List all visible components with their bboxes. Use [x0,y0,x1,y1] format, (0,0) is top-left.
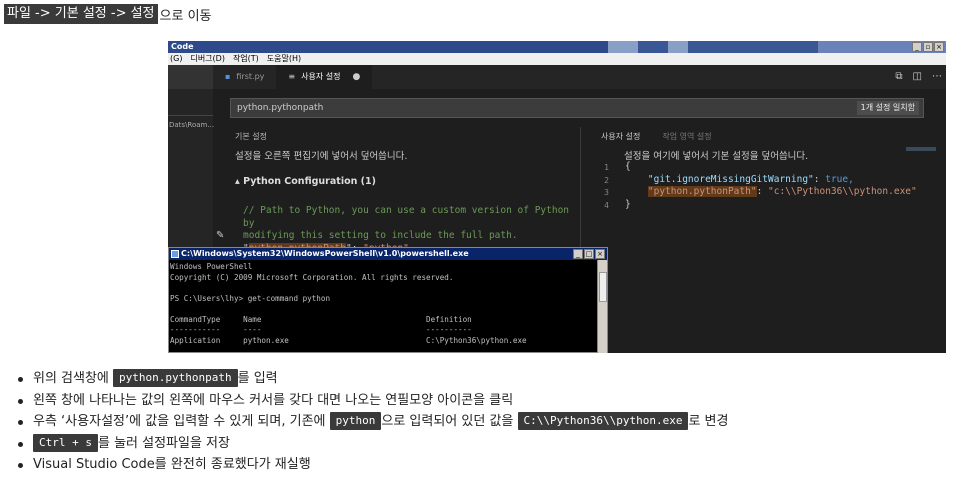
line-number: 3 [604,188,609,197]
powershell-output: Windows PowerShell Copyright (C) 2009 Mi… [170,262,527,345]
inline-code: python.pythonpath [113,369,238,387]
powershell-title: C:\Windows\System32\WindowsPowerShell\v1… [181,249,469,258]
list-item: 우측 ‘사용자설정’에 값을 입력할 수 있게 되며, 기존에 python 으로… [18,411,728,433]
powershell-scrollbar[interactable] [597,260,607,353]
code-line: { [625,161,631,172]
default-settings-header: 기본 설정 [235,132,267,141]
menu-item-tasks[interactable]: 작업(T) [233,53,259,65]
setting-key: "git.ignoreMissingGitWarning" [647,173,814,185]
settings-file-icon: ≡ [288,72,296,81]
open-settings-icon[interactable]: ⧉ [895,71,902,82]
list-item: 왼쪽 창에 나타나는 값의 왼쪽에 마우스 커서를 갖다 대면 나오는 연필모양… [18,390,728,412]
note-text: 를 눌러 설정파일을 저장 [97,435,230,451]
note-text: 를 입력 [237,371,278,386]
editor-actions: ⧉ ◫ ⋯ [895,71,942,82]
powershell-window: C:\Windows\System32\WindowsPowerShell\v1… [168,247,608,353]
split-editor-icon[interactable]: ◫ [913,71,922,82]
python-configuration-section[interactable]: ▴ Python Configuration (1) [235,176,376,187]
sidebar-path: Dats\Roam... [169,121,215,129]
python-file-icon: ▪ [225,72,231,81]
user-settings-description: 설정을 여기에 넣어서 기본 설정을 덮어씁니다. [624,151,809,162]
match-count-badge: 1개 설정 일치함 [856,101,919,115]
note-text: Visual Studio Code를 완전히 종료했다가 재실행 [33,457,311,472]
setting-key-highlighted: "python.pythonPath" [647,186,757,197]
window-titlebar: Code _ ▫ × [168,41,946,53]
list-item: Visual Studio Code를 완전히 종료했다가 재실행 [18,454,728,476]
close-icon[interactable]: × [934,42,944,52]
maximize-icon[interactable]: □ [584,249,594,259]
menu-item-go[interactable]: (G) [170,53,182,65]
powershell-icon [171,250,179,258]
window-title: Code [168,41,608,53]
minimap[interactable] [906,147,936,151]
default-settings-description: 설정을 오른쪽 편집기에 넣어서 덮어씁니다. [235,151,408,162]
section-title: Python Configuration (1) [243,176,376,187]
note-text: 으로 입력되어 있던 값을 [381,414,518,429]
line-number: 2 [604,175,609,185]
note-text: 왼쪽 창에 나타나는 값의 왼쪽에 마우스 커서를 갖다 대면 나오는 연필모양… [33,392,514,408]
tab-label: 사용자 설정 [301,72,341,81]
restore-icon[interactable]: ▫ [923,42,933,52]
setting-value: "c:\\Python36\\python.exe" [768,186,917,197]
unsaved-dot-icon[interactable]: ● [352,65,360,89]
menu-item-help[interactable]: 도움말(H) [267,53,301,65]
minimize-icon[interactable]: _ [912,42,922,52]
tab-user-settings[interactable]: ≡ 사용자 설정 ● [276,65,373,89]
inline-code: python [329,412,382,430]
settings-search-input[interactable]: python.pythonpath 1개 설정 일치함 [230,98,924,118]
settings-scope-tabs: 사용자 설정 작업 영역 설정 [601,131,712,142]
inline-code: C:\\Python36\\python.exe [517,412,689,430]
instruction-list: 위의 검색창에 python.pythonpath 를 입력 왼쪽 창에 나타나는… [18,368,728,476]
powershell-window-controls: _ □ × [573,249,605,259]
pencil-edit-icon[interactable]: ✎ [216,230,224,241]
editor-tabs: ▪ first.py ≡ 사용자 설정 ● [213,65,946,89]
setting-value: true, [825,173,854,185]
tab-user-scope[interactable]: 사용자 설정 [601,131,640,142]
user-settings-editor[interactable]: { "git.ignoreMissingGitWarning": true, "… [625,161,917,211]
note-text: 우측 ‘사용자설정’에 값을 입력할 수 있게 되며, 기존에 [33,414,330,429]
list-item: 위의 검색창에 python.pythonpath 를 입력 [18,368,728,390]
line-number: 4 [604,200,609,210]
code-line: } [625,198,631,210]
line-numbers: 1 2 3 4 [601,162,609,212]
heading-suffix: 으로 이동 [159,8,212,24]
list-item: Ctrl + s를 눌러 설정파일을 저장 [18,433,728,455]
close-icon[interactable]: × [595,249,605,259]
menu-bar: (G) 디버그(D) 작업(T) 도움말(H) [168,53,946,65]
setting-comment-line: // Path to Python, you can use a custom … [243,205,570,229]
more-actions-icon[interactable]: ⋯ [932,71,942,82]
powershell-titlebar: C:\Windows\System32\WindowsPowerShell\v1… [169,248,607,260]
tab-first-py[interactable]: ▪ first.py [213,65,276,89]
menu-item-debug[interactable]: 디버그(D) [190,53,224,65]
tab-workspace-scope[interactable]: 작업 영역 설정 [662,131,711,142]
search-value: python.pythonpath [237,103,324,113]
setting-comment-line: modifying this setting to include the fu… [243,230,518,241]
tab-label: first.py [236,72,265,81]
instruction-heading: 파일 -> 기본 설정 -> 설정 으로 이동 [4,4,212,24]
user-settings-pane: 사용자 설정 작업 영역 설정 설정을 여기에 넣어서 기본 설정을 덮어씁니다… [583,121,946,353]
window-controls: _ ▫ × [912,42,944,52]
menu-path-code: 파일 -> 기본 설정 -> 설정 [4,4,158,24]
minimize-icon[interactable]: _ [573,249,583,259]
note-text: 로 변경 [688,414,729,429]
line-number: 1 [604,163,609,172]
note-text: 위의 검색창에 [33,371,114,386]
inline-code: Ctrl + s [33,433,98,452]
vscode-screenshot: Code _ ▫ × (G) 디버그(D) 작업(T) 도움말(H) Dats\… [168,41,946,353]
